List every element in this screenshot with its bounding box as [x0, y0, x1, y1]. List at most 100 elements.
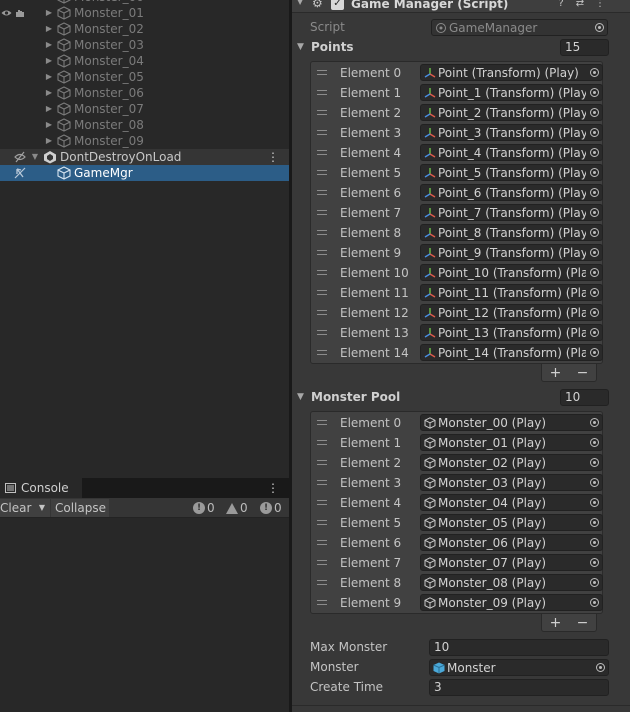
- hand-icon[interactable]: [14, 8, 26, 18]
- drag-handle-icon[interactable]: [317, 210, 327, 215]
- hierarchy-item[interactable]: ▶ Monster_01: [0, 5, 289, 21]
- expand-arrow-icon[interactable]: ▶: [44, 21, 54, 37]
- hierarchy-item[interactable]: ▶ Monster_03: [0, 37, 289, 53]
- drag-handle-icon[interactable]: [317, 290, 327, 295]
- points-size-field[interactable]: 15: [560, 39, 609, 56]
- points-element-object-field[interactable]: Point_3 (Transform) (Play): [420, 124, 603, 141]
- drag-handle-icon[interactable]: [317, 520, 327, 525]
- points-element-object-field[interactable]: Point (Transform) (Play): [420, 64, 603, 81]
- drag-handle-icon[interactable]: [317, 500, 327, 505]
- points-element-object-field[interactable]: Point_5 (Transform) (Play): [420, 164, 603, 181]
- drag-handle-icon[interactable]: [317, 480, 327, 485]
- object-picker-icon[interactable]: [586, 515, 602, 530]
- points-element-object-field[interactable]: Point_10 (Transform) (Play: [420, 264, 603, 281]
- object-picker-icon[interactable]: [586, 125, 602, 140]
- drag-handle-icon[interactable]: [317, 150, 327, 155]
- object-picker-icon[interactable]: [586, 535, 602, 550]
- object-picker-icon[interactable]: [586, 345, 602, 360]
- object-picker-icon[interactable]: [586, 575, 602, 590]
- tab-console[interactable]: Console: [0, 478, 82, 498]
- component-header[interactable]: ▼ ⚙ ✓ Game Manager (Script) ? ⇄ ⋮: [292, 0, 630, 13]
- drag-handle-icon[interactable]: [317, 540, 327, 545]
- enabled-checkbox[interactable]: ✓: [331, 0, 344, 10]
- monster-pool-remove-button[interactable]: −: [577, 615, 589, 631]
- points-element-object-field[interactable]: Point_8 (Transform) (Play): [420, 224, 603, 241]
- object-picker-icon[interactable]: [586, 225, 602, 240]
- object-picker-icon[interactable]: [586, 475, 602, 490]
- object-picker-icon[interactable]: [586, 85, 602, 100]
- object-picker-icon[interactable]: [586, 595, 602, 610]
- points-element-object-field[interactable]: Point_1 (Transform) (Play): [420, 84, 603, 101]
- more-options-icon[interactable]: ⋮: [267, 149, 279, 165]
- eye-icon[interactable]: [1, 8, 12, 18]
- drag-handle-icon[interactable]: [317, 460, 327, 465]
- object-picker-icon[interactable]: [586, 265, 602, 280]
- monster-pool-add-button[interactable]: +: [550, 615, 562, 631]
- points-element-object-field[interactable]: Point_2 (Transform) (Play): [420, 104, 603, 121]
- monster-pool-element-object-field[interactable]: Monster_09 (Play): [420, 594, 603, 611]
- drag-handle-icon[interactable]: [317, 130, 327, 135]
- pick-disabled-icon[interactable]: [14, 167, 26, 179]
- fold-arrow-icon[interactable]: ▼: [297, 0, 303, 6]
- drag-handle-icon[interactable]: [317, 230, 327, 235]
- drag-handle-icon[interactable]: [317, 440, 327, 445]
- console-more-options-icon[interactable]: ⋮: [267, 478, 279, 498]
- expand-arrow-icon[interactable]: ▶: [44, 5, 54, 21]
- object-picker-icon[interactable]: [586, 415, 602, 430]
- hierarchy-scene-row[interactable]: ▼ DontDestroyOnLoad ⋮: [0, 149, 289, 165]
- monster-pool-element-object-field[interactable]: Monster_06 (Play): [420, 534, 603, 551]
- drag-handle-icon[interactable]: [317, 90, 327, 95]
- drag-handle-icon[interactable]: [317, 170, 327, 175]
- object-picker-icon[interactable]: [586, 65, 602, 80]
- points-element-object-field[interactable]: Point_7 (Transform) (Play): [420, 204, 603, 221]
- expand-arrow-icon[interactable]: ▶: [44, 133, 54, 149]
- hierarchy-item[interactable]: ▶ Monster_07: [0, 101, 289, 117]
- monster-pool-element-object-field[interactable]: Monster_04 (Play): [420, 494, 603, 511]
- expand-arrow-icon[interactable]: ▶: [44, 85, 54, 101]
- warning-count-toggle[interactable]: 0: [226, 500, 248, 516]
- hierarchy-item[interactable]: ▶ Monster_09: [0, 133, 289, 149]
- object-picker-icon[interactable]: [586, 165, 602, 180]
- hierarchy-item[interactable]: ▶ Monster_02: [0, 21, 289, 37]
- object-picker-icon[interactable]: [586, 145, 602, 160]
- points-remove-button[interactable]: −: [577, 365, 589, 381]
- drag-handle-icon[interactable]: [317, 580, 327, 585]
- monster-field[interactable]: Monster: [429, 659, 609, 676]
- preset-icon[interactable]: ⇄: [574, 0, 586, 10]
- object-picker-icon[interactable]: [586, 555, 602, 570]
- collapse-button[interactable]: Collapse: [51, 499, 109, 517]
- expand-arrow-icon[interactable]: ▶: [44, 69, 54, 85]
- points-element-object-field[interactable]: Point_14 (Transform) (Play: [420, 344, 603, 361]
- monster-pool-element-object-field[interactable]: Monster_02 (Play): [420, 454, 603, 471]
- drag-handle-icon[interactable]: [317, 250, 327, 255]
- monster-pool-element-object-field[interactable]: Monster_05 (Play): [420, 514, 603, 531]
- expand-arrow-icon[interactable]: ▶: [44, 117, 54, 133]
- expand-arrow-icon[interactable]: ▶: [44, 53, 54, 69]
- points-element-object-field[interactable]: Point_9 (Transform) (Play): [420, 244, 603, 261]
- points-element-object-field[interactable]: Point_11 (Transform) (Play: [420, 284, 603, 301]
- max-monster-field[interactable]: 10: [429, 639, 609, 656]
- error-count-toggle[interactable]: ! 0: [260, 500, 282, 516]
- hierarchy-item[interactable]: ▶ Monster_05: [0, 69, 289, 85]
- drag-handle-icon[interactable]: [317, 560, 327, 565]
- eye-hidden-icon[interactable]: [14, 151, 26, 163]
- drag-handle-icon[interactable]: [317, 270, 327, 275]
- expand-arrow-icon[interactable]: ▶: [44, 101, 54, 117]
- drag-handle-icon[interactable]: [317, 190, 327, 195]
- object-picker-icon[interactable]: [586, 435, 602, 450]
- clear-options-dropdown[interactable]: ▼: [34, 499, 50, 517]
- hierarchy-item[interactable]: ▶ Monster_06: [0, 85, 289, 101]
- monster-picker-icon[interactable]: [592, 660, 608, 675]
- points-element-object-field[interactable]: Point_13 (Transform) (Play: [420, 324, 603, 341]
- drag-handle-icon[interactable]: [317, 70, 327, 75]
- monster-pool-fold-icon[interactable]: ▼: [297, 388, 304, 406]
- drag-handle-icon[interactable]: [317, 600, 327, 605]
- hierarchy-item-gamemgr[interactable]: GameMgr: [0, 165, 289, 181]
- points-element-object-field[interactable]: Point_12 (Transform) (Play: [420, 304, 603, 321]
- drag-handle-icon[interactable]: [317, 110, 327, 115]
- points-fold-icon[interactable]: ▼: [297, 38, 304, 56]
- create-time-field[interactable]: 3: [429, 679, 609, 696]
- component-menu-icon[interactable]: ⋮: [594, 0, 606, 10]
- expand-arrow-icon[interactable]: ▼: [30, 149, 40, 165]
- object-picker-icon[interactable]: [586, 495, 602, 510]
